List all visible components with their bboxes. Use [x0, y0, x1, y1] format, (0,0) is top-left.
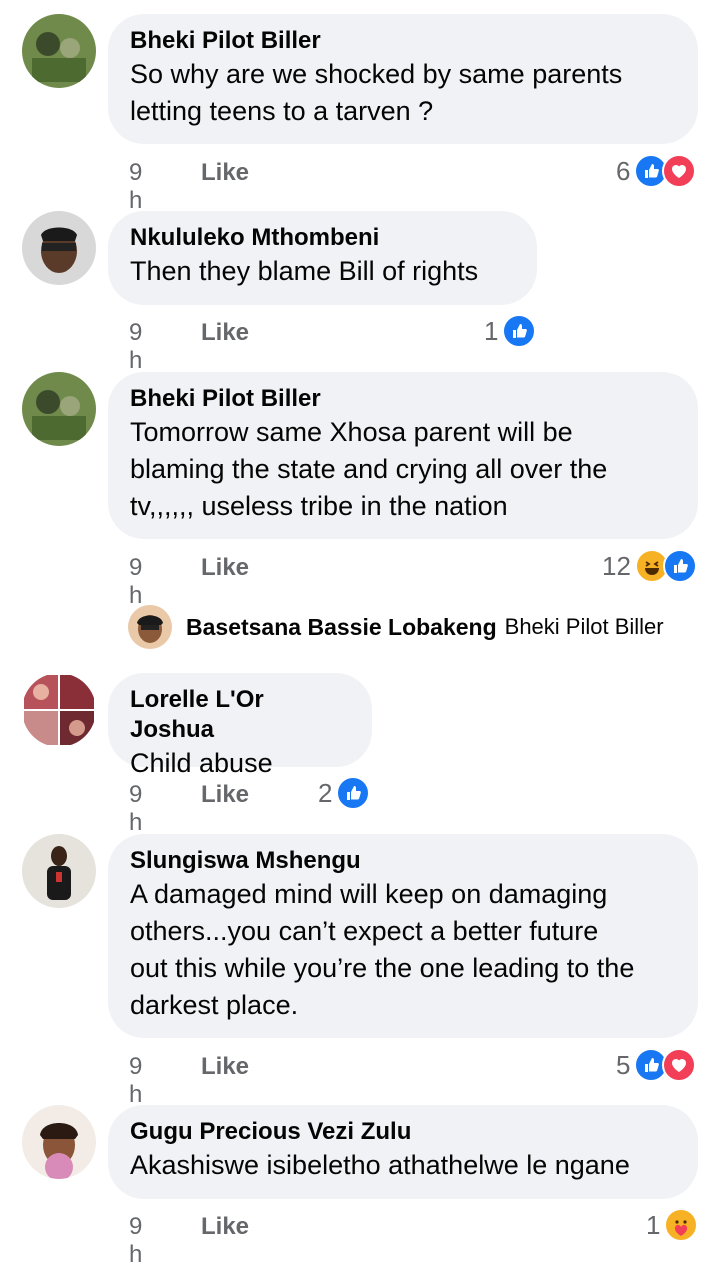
reply-author[interactable]: Basetsana Bassie Lobakeng	[186, 614, 497, 641]
avatar[interactable]	[22, 834, 96, 908]
avatar[interactable]	[22, 1105, 96, 1179]
avatar[interactable]	[22, 372, 96, 446]
comment-time[interactable]: 9 h	[129, 1053, 142, 1109]
avatar[interactable]	[22, 14, 96, 88]
avatar	[128, 605, 172, 649]
comment-time[interactable]: 9 h	[129, 781, 142, 837]
like-icon	[336, 776, 371, 810]
reactions[interactable]: 12	[602, 549, 697, 583]
love-icon	[662, 1048, 697, 1082]
comment-bubble: Bheki Pilot Biller Tomorrow same Xhosa p…	[108, 372, 698, 539]
comment-bubble: Nkululeko Mthombeni Then they blame Bill…	[108, 211, 537, 305]
comment-time[interactable]: 9 h	[129, 554, 142, 610]
like-button[interactable]: Like	[201, 781, 249, 809]
reactions[interactable]: 5	[616, 1048, 697, 1082]
comment-bubble: Slungiswa Mshengu A damaged mind will ke…	[108, 834, 698, 1038]
reactions[interactable]: 6	[616, 154, 697, 188]
reaction-count: 6	[616, 155, 631, 186]
comment-time[interactable]: 9 h	[129, 319, 142, 375]
reactions[interactable]: 1	[484, 314, 537, 348]
comment-text-line: Child abuse	[130, 748, 273, 778]
love-icon	[662, 154, 697, 188]
reaction-count: 2	[318, 777, 333, 808]
comment-author[interactable]: Bheki Pilot Biller	[130, 26, 676, 56]
comment-text-line: A damaged mind will keep on damaging	[130, 879, 608, 909]
reaction-count: 5	[616, 1049, 631, 1080]
like-icon	[662, 549, 697, 583]
comment-text-line: blaming the state and crying all over th…	[130, 454, 608, 484]
comment-author[interactable]: Bheki Pilot Biller	[130, 384, 676, 414]
like-button[interactable]: Like	[201, 319, 249, 347]
reactions[interactable]: 2	[318, 776, 371, 810]
like-button[interactable]: Like	[201, 1213, 249, 1241]
comment-bubble: Gugu Precious Vezi Zulu Akashiswe isibel…	[108, 1105, 698, 1199]
like-button[interactable]: Like	[201, 1053, 249, 1081]
avatar[interactable]	[22, 673, 96, 747]
comment-text-line: Tomorrow same Xhosa parent will be	[130, 417, 573, 447]
comment-text-line: So why are we shocked by same parents	[130, 59, 623, 89]
comment-text-line: others...you can’t expect a better futur…	[130, 916, 599, 946]
comment-text-line: tv,,,,,, useless tribe in the nation	[130, 491, 508, 521]
comment-time[interactable]: 9 h	[129, 159, 142, 215]
comment-text-line: Akashiswe isibeletho athathelwe le ngane	[130, 1150, 630, 1180]
reaction-count: 12	[602, 550, 631, 581]
comment-bubble: Lorelle L'Or Joshua Child abuse	[108, 673, 372, 778]
comment-text-line: Then they blame Bill of rights	[130, 256, 479, 286]
reaction-count: 1	[646, 1209, 661, 1240]
reactions[interactable]: 1	[646, 1208, 699, 1242]
reaction-count: 1	[484, 315, 499, 346]
reply-target: Bheki Pilot Biller	[504, 614, 664, 639]
comment-text-line: darkest place.	[130, 990, 299, 1020]
avatar[interactable]	[22, 211, 96, 285]
like-icon	[502, 314, 537, 348]
comment-time[interactable]: 9 h	[129, 1213, 142, 1269]
care-icon	[664, 1208, 699, 1242]
reply-preview[interactable]: Basetsana Bassie Lobakeng Bheki Pilot Bi…	[128, 604, 664, 650]
comment-author[interactable]: Slungiswa Mshengu	[130, 846, 676, 876]
like-button[interactable]: Like	[201, 554, 249, 582]
comment-author[interactable]: Lorelle L'Or Joshua	[130, 685, 350, 745]
comment-text-line: out this while you’re the one leading to…	[130, 953, 635, 983]
like-button[interactable]: Like	[201, 159, 249, 187]
comment-text-line: letting teens to a tarven ?	[130, 96, 434, 126]
comment-bubble: Bheki Pilot Biller So why are we shocked…	[108, 14, 698, 144]
comment-author[interactable]: Nkululeko Mthombeni	[130, 223, 515, 253]
comment-author[interactable]: Gugu Precious Vezi Zulu	[130, 1117, 676, 1147]
